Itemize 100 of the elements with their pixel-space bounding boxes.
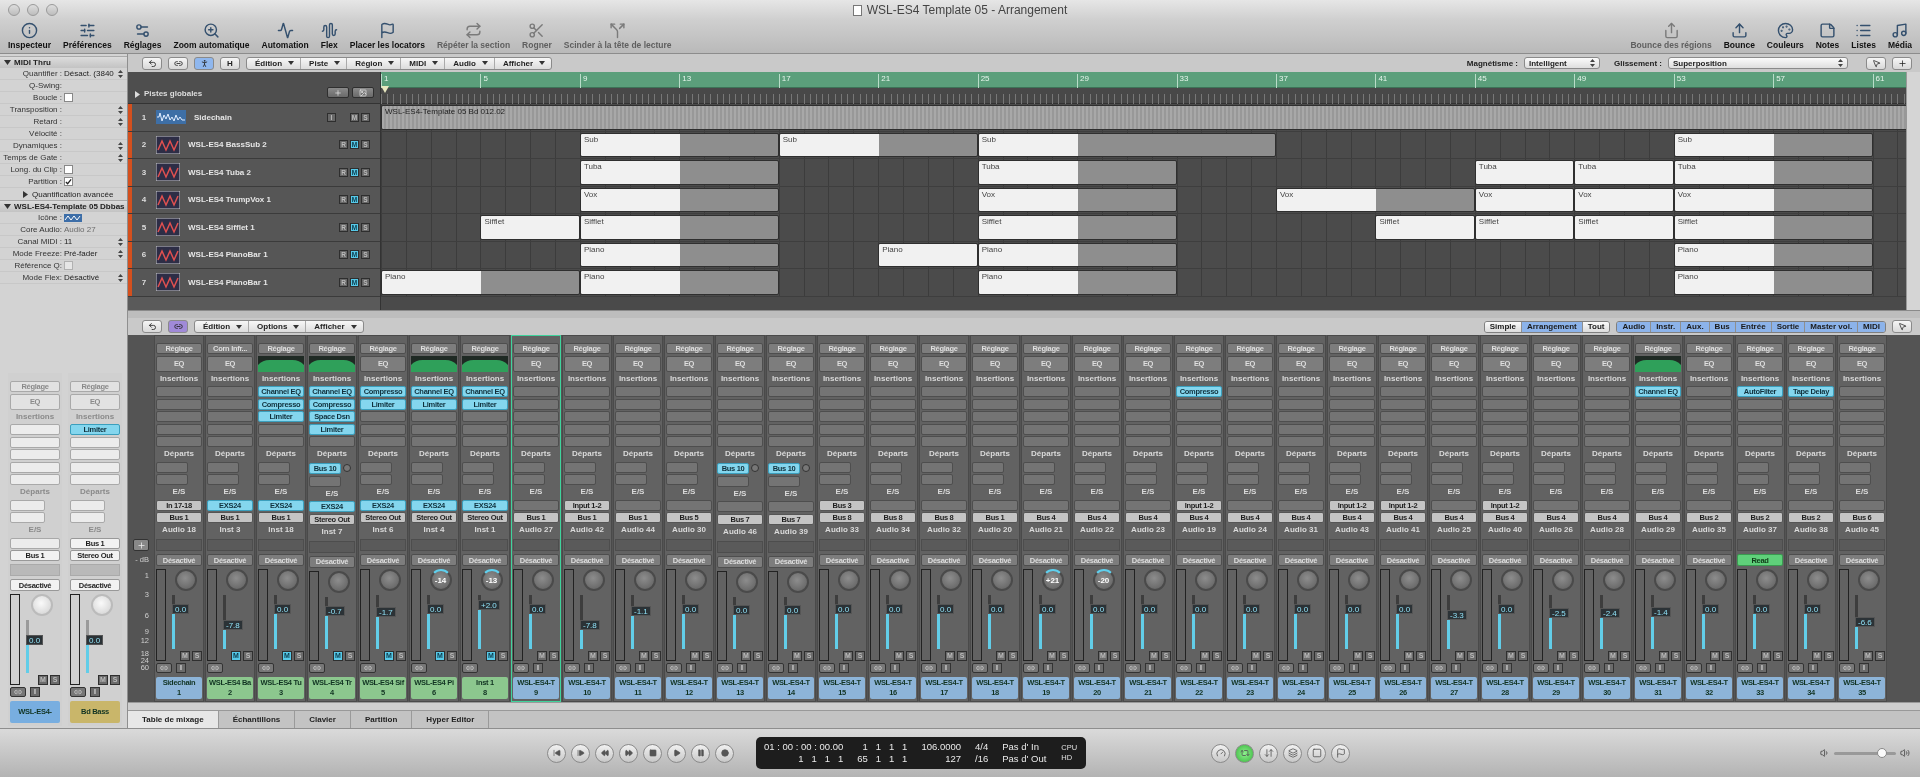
midi-region[interactable]: Sub [778,132,978,157]
filter-toggle[interactable]: Bus [1709,321,1736,332]
empty-slot[interactable] [819,398,865,410]
empty-slot[interactable] [156,398,202,410]
empty-slot[interactable] [10,512,45,523]
add-strip-button[interactable] [133,539,149,551]
empty-slot[interactable] [564,386,610,397]
catch-button[interactable] [194,56,214,70]
group-slot[interactable] [1635,539,1681,551]
empty-slot[interactable] [1839,398,1885,410]
empty-slot[interactable] [564,411,610,422]
pan-knob[interactable] [276,569,299,591]
empty-slot[interactable] [615,499,661,511]
empty-slot[interactable] [1839,474,1872,485]
link-button[interactable] [1125,663,1141,673]
empty-slot[interactable] [513,386,559,397]
empty-slot[interactable] [411,423,457,435]
link-button[interactable] [1482,663,1498,673]
pan-knob[interactable] [90,594,113,616]
midi-region[interactable]: Sifflet [1375,215,1475,240]
empty-slot[interactable] [1278,423,1324,435]
empty-slot[interactable] [207,398,253,410]
empty-slot[interactable] [1431,474,1464,485]
empty-slot[interactable] [564,398,610,410]
pan-knob[interactable] [1500,569,1523,591]
empty-slot[interactable] [1533,386,1579,397]
empty-slot[interactable] [1737,411,1783,422]
empty-slot[interactable] [156,436,202,447]
empty-slot[interactable] [768,386,814,397]
empty-slot[interactable] [666,499,712,511]
empty-slot[interactable] [666,398,712,410]
empty-slot[interactable] [1839,499,1885,511]
empty-slot[interactable] [1788,436,1834,447]
toolbar-button[interactable]: Bounce [1721,22,1757,50]
link-button[interactable] [870,663,886,673]
empty-slot[interactable] [615,386,661,397]
empty-slot[interactable] [717,411,763,422]
mode-button[interactable] [1307,743,1326,763]
popup-field[interactable]: Désact. (3840 [64,68,127,79]
empty-slot[interactable] [1533,398,1579,410]
empty-slot[interactable] [1431,386,1477,397]
empty-slot[interactable] [513,499,559,511]
empty-slot[interactable] [1278,411,1324,422]
midi-region[interactable]: Sub [977,132,1276,157]
empty-slot[interactable] [768,501,814,512]
empty-slot[interactable] [1329,411,1375,422]
link-button[interactable] [921,663,937,673]
group-slot[interactable] [768,540,814,553]
empty-slot[interactable] [1074,461,1107,473]
checkbox[interactable] [64,93,73,102]
empty-slot[interactable] [972,499,1018,511]
empty-slot[interactable] [870,398,916,410]
empty-slot[interactable] [819,474,852,485]
group-slot[interactable] [1482,539,1528,551]
empty-slot[interactable] [1635,474,1668,485]
empty-slot[interactable] [1380,423,1426,435]
empty-slot[interactable] [921,461,954,473]
snap-select[interactable]: Intelligent [1524,57,1600,69]
empty-slot[interactable] [1584,436,1630,447]
empty-slot[interactable] [1686,499,1732,511]
group-slot[interactable] [1431,539,1477,551]
popup-field[interactable]: Désactivé [64,272,127,283]
empty-slot[interactable] [1023,499,1069,511]
group-slot[interactable] [156,539,202,551]
empty-slot[interactable] [717,423,763,435]
empty-slot[interactable] [1176,411,1222,422]
empty-slot[interactable] [1125,499,1171,511]
empty-slot[interactable] [70,436,120,448]
empty-slot[interactable] [921,386,967,397]
empty-slot[interactable] [1227,461,1260,473]
pan-knob[interactable]: -14 [429,569,452,591]
empty-slot[interactable] [1686,461,1719,473]
track-view-button[interactable] [352,87,374,98]
empty-slot[interactable] [1635,398,1681,410]
disclosure-icon[interactable] [4,59,11,66]
midi-region[interactable]: Sub [1673,132,1873,157]
empty-slot[interactable] [1380,398,1426,410]
empty-slot[interactable] [1329,423,1375,435]
group-slot[interactable] [258,539,304,551]
group-slot[interactable] [564,539,610,551]
empty-slot[interactable] [717,501,763,512]
menu-button[interactable]: Édition [195,321,250,332]
toolbar-button[interactable]: Flex [318,22,340,50]
link-button[interactable] [70,687,86,697]
link-button[interactable] [168,56,188,70]
empty-slot[interactable] [1686,398,1732,410]
empty-slot[interactable] [1686,423,1732,435]
midi-region[interactable]: Sifflet [1474,215,1575,240]
midi-region[interactable]: Piano [1673,242,1873,267]
filter-toggle[interactable]: MIDI [1858,321,1885,332]
empty-slot[interactable] [1227,499,1273,511]
pan-knob[interactable] [990,569,1013,591]
toggle-button[interactable]: H [220,56,240,70]
pan-knob[interactable]: -13 [480,569,503,591]
empty-slot[interactable] [972,411,1018,422]
empty-slot[interactable] [1176,423,1222,435]
empty-slot[interactable] [1431,499,1477,511]
toolbar-button[interactable]: Notes [1813,22,1842,50]
group-slot[interactable] [360,539,406,551]
group-slot[interactable] [921,539,967,551]
